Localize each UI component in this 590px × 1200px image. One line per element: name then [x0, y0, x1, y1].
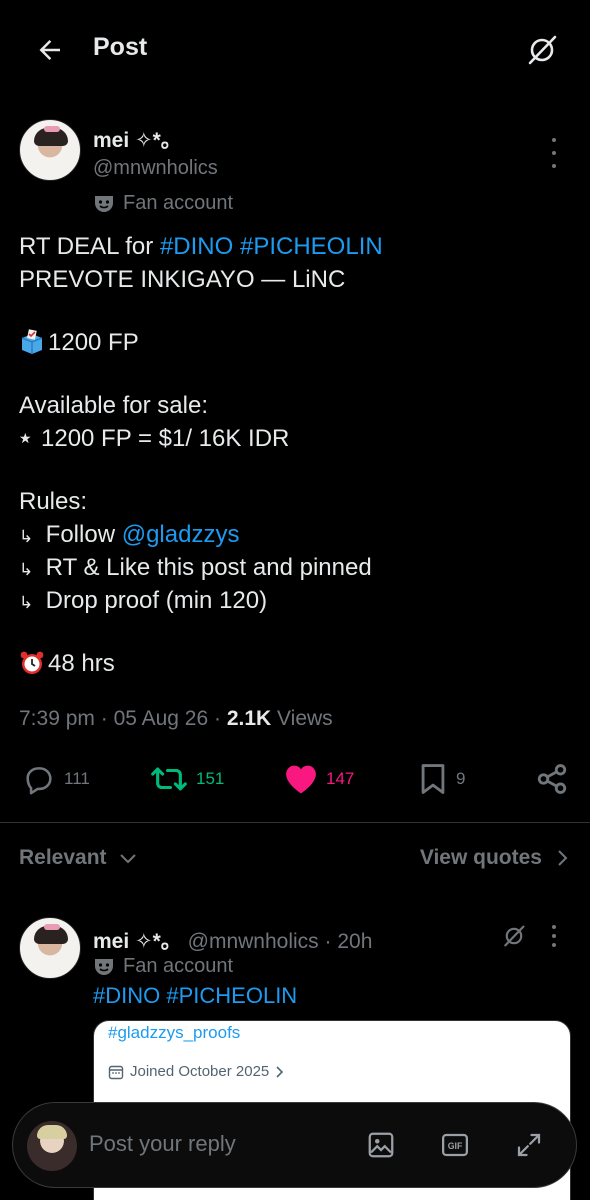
hashtag-link[interactable]: #PICHEOLIN: [240, 233, 383, 260]
screen: Post mei ✧*。 @mnwnholics Fan account RT: [0, 0, 590, 1200]
expand-icon: [517, 1133, 541, 1157]
star-icon: ★: [19, 430, 32, 446]
post-meta: 7:39 pm · 05 Aug 26 · 2.1K Views: [19, 707, 333, 730]
share-button[interactable]: [535, 757, 569, 801]
chevron-down-icon: [119, 854, 136, 864]
bookmark-icon: [421, 764, 445, 794]
post-line: Available for sale:: [19, 392, 208, 419]
reply-time: 20h: [337, 930, 373, 953]
return-arrow-icon: ↳: [19, 560, 34, 579]
gif-icon: GIF: [442, 1133, 468, 1157]
view-quotes-link[interactable]: View quotes: [420, 846, 568, 870]
share-icon: [537, 764, 567, 794]
badge-label: Fan account: [123, 955, 234, 977]
author-display-name[interactable]: mei ✧*。: [93, 124, 182, 154]
sort-dropdown[interactable]: Relevant: [19, 846, 137, 870]
post-line: PREVOTE INKIGAYO — LiNC: [19, 266, 346, 293]
post-line: 1200 FP: [48, 329, 139, 356]
reply-more-button[interactable]: [542, 925, 566, 947]
reply-display-name[interactable]: mei ✧*。: [93, 930, 182, 953]
image-icon: [368, 1132, 394, 1158]
chevron-right-icon: [276, 1065, 284, 1078]
fan-account-badge: Fan account: [93, 192, 233, 215]
theater-masks-icon: [95, 195, 113, 212]
views-count[interactable]: 2.1K: [227, 707, 271, 730]
post-text: RT DEAL for #DINO #PICHEOLIN PREVOTE INK…: [19, 230, 569, 680]
post-line: RT DEAL for: [19, 233, 160, 260]
reply-author-avatar[interactable]: [19, 917, 81, 979]
reply-text: #DINO #PICHEOLIN: [93, 983, 297, 1009]
return-arrow-icon: ↳: [19, 527, 34, 546]
reply-handle[interactable]: @mnwnholics: [188, 930, 319, 953]
post-line: Rules:: [19, 488, 88, 515]
repost-count: 151: [196, 769, 225, 788]
section-divider: [0, 822, 590, 823]
replies-sort-bar: Relevant View quotes: [0, 846, 590, 876]
expand-composer-button[interactable]: [511, 1127, 547, 1163]
post-more-button[interactable]: [542, 138, 566, 168]
like-button[interactable]: 147: [284, 757, 354, 801]
author-handle[interactable]: @mnwnholics: [93, 157, 218, 180]
action-bar: 111 151 147 9: [0, 757, 590, 801]
reply-input[interactable]: Post your reply: [89, 1131, 236, 1157]
post-date: 05 Aug 26: [113, 707, 209, 730]
joined-text: Joined October 2025: [130, 1063, 270, 1080]
post-line: RT & Like this post and pinned: [45, 554, 372, 581]
grok-icon: [504, 925, 525, 947]
grok-icon: [528, 35, 557, 65]
top-bar: Post: [0, 0, 590, 100]
hashtag-link[interactable]: #PICHEOLIN: [166, 983, 297, 1008]
badge-label: Fan account: [123, 192, 234, 214]
reply-grok-button[interactable]: [500, 921, 528, 951]
post-line: Follow: [45, 521, 122, 548]
alarm-clock-icon: [20, 651, 44, 674]
bookmark-button[interactable]: 9: [418, 757, 465, 801]
theater-masks-icon: [95, 958, 113, 975]
post-line: 1200 FP = $1/ 16K IDR: [41, 425, 290, 452]
mention-link[interactable]: @gladzzys: [122, 521, 240, 548]
reply-icon: [26, 767, 52, 795]
post-line: 48 hrs: [48, 650, 115, 677]
return-arrow-icon: ↳: [19, 593, 34, 612]
reply-composer[interactable]: Post your reply GIF: [12, 1102, 577, 1188]
page-title: Post: [93, 33, 148, 61]
post-line: Drop proof (min 120): [45, 587, 268, 614]
author-avatar[interactable]: [19, 119, 81, 181]
hashtag-link[interactable]: #DINO: [160, 233, 233, 260]
bookmark-count: 9: [456, 769, 466, 788]
add-image-button[interactable]: [363, 1127, 399, 1163]
repost-icon: [151, 767, 187, 791]
sort-label: Relevant: [19, 846, 107, 869]
calendar-icon: [108, 1065, 124, 1079]
heart-icon: [286, 765, 316, 794]
like-count: 147: [326, 769, 355, 788]
add-gif-button[interactable]: GIF: [437, 1127, 473, 1163]
gif-label: GIF: [448, 1141, 463, 1151]
arrow-left-icon: [39, 40, 60, 60]
current-user-avatar: [27, 1121, 77, 1171]
back-button[interactable]: [30, 30, 70, 70]
view-quotes-label: View quotes: [419, 846, 542, 869]
reply-header: mei ✧*。 @mnwnholics · 20h: [93, 930, 373, 953]
grok-button[interactable]: [522, 28, 562, 72]
post-time: 7:39 pm: [19, 707, 95, 730]
repost-button[interactable]: 151: [150, 757, 224, 801]
views-label: Views: [277, 707, 333, 730]
fan-account-badge: Fan account: [93, 955, 233, 978]
media-hashtag: #gladzzys_proofs: [108, 1023, 241, 1042]
reply-button[interactable]: 111: [22, 757, 90, 801]
reply-count: 111: [64, 769, 90, 788]
ballot-box-icon: [21, 329, 43, 354]
media-joined-line: Joined October 2025: [108, 1063, 285, 1080]
chevron-right-icon: [558, 850, 568, 866]
hashtag-link[interactable]: #DINO: [93, 983, 160, 1008]
